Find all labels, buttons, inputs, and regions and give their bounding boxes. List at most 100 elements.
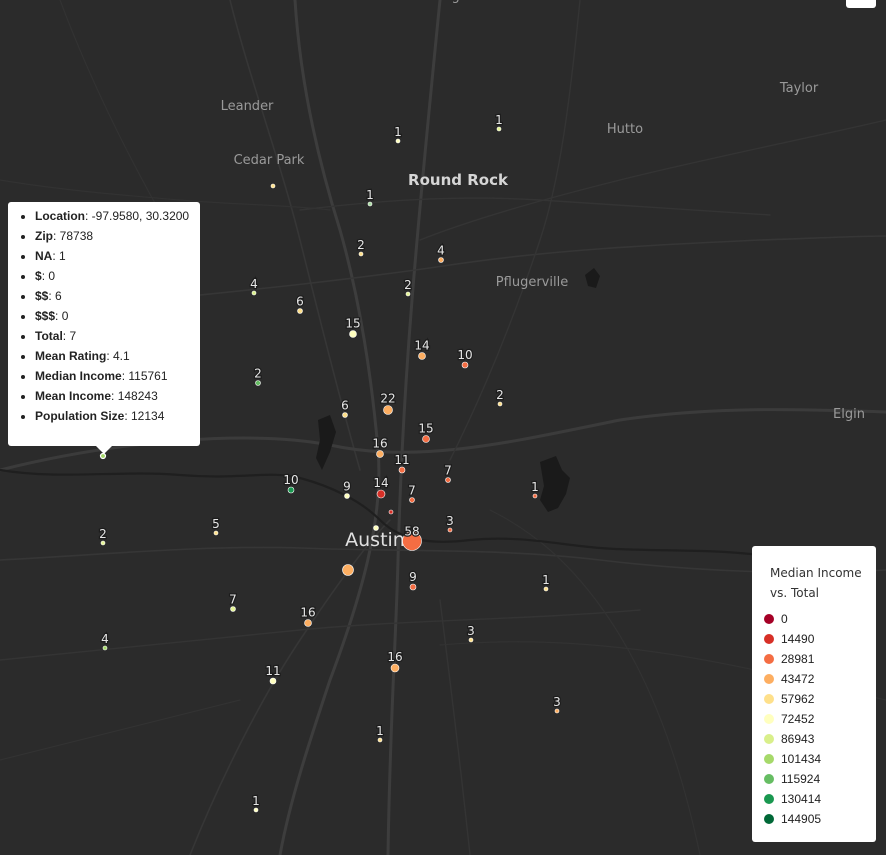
zip-marker[interactable] [297, 308, 303, 314]
legend-label: 28981 [781, 652, 815, 666]
marker-count-label: 15 [418, 422, 433, 436]
tooltip-row: Zip: 78738 [35, 226, 200, 246]
zip-marker[interactable] [270, 183, 276, 189]
marker-count-label: 16 [387, 650, 402, 664]
zip-marker[interactable] [367, 201, 373, 207]
legend-item: 130414 [764, 789, 876, 809]
tooltip-list: Location: -97.9580, 30.3200Zip: 78738NA:… [8, 206, 200, 426]
legend-label: 86943 [781, 732, 815, 746]
zip-marker[interactable] [376, 450, 384, 458]
legend-swatch [764, 794, 774, 804]
zip-marker[interactable] [398, 466, 406, 474]
zip-marker[interactable] [269, 677, 277, 685]
zip-marker[interactable] [100, 540, 106, 546]
zip-marker[interactable] [405, 291, 411, 297]
marker-count-label: 14 [373, 476, 388, 490]
zip-marker[interactable] [99, 452, 107, 460]
marker-count-label: 1 [376, 724, 384, 738]
zip-marker[interactable] [395, 138, 401, 144]
zip-marker[interactable] [543, 586, 549, 592]
marker-count-label: 1 [366, 188, 374, 202]
zip-marker[interactable] [358, 251, 364, 257]
zip-marker[interactable] [532, 493, 538, 499]
zip-marker[interactable] [102, 645, 108, 651]
marker-count-label: 7 [408, 484, 416, 498]
marker-count-label: 14 [414, 339, 429, 353]
marker-count-label: 1 [531, 480, 539, 494]
marker-count-label: 10 [457, 348, 472, 362]
zip-marker[interactable] [383, 405, 393, 415]
zip-marker[interactable] [255, 380, 261, 386]
marker-count-label: 16 [300, 606, 315, 620]
marker-count-label: 58 [404, 525, 419, 539]
place-label: Hutto [607, 122, 643, 137]
zip-marker[interactable] [342, 564, 354, 576]
zip-marker[interactable] [287, 486, 295, 494]
marker-count-label: 3 [446, 514, 454, 528]
marker-count-label: 11 [394, 453, 409, 467]
zip-marker[interactable] [304, 619, 312, 627]
zip-marker[interactable] [496, 126, 502, 132]
zip-marker[interactable] [409, 583, 417, 591]
legend-label: 57962 [781, 692, 815, 706]
place-label: Cedar Park [234, 153, 305, 168]
zip-marker[interactable] [342, 412, 348, 418]
zip-marker[interactable] [461, 361, 469, 369]
map-control-button[interactable] [846, 0, 876, 8]
zip-marker[interactable] [388, 509, 394, 515]
marker-count-label: 1 [394, 125, 402, 139]
tooltip-key: Population Size [35, 409, 125, 423]
legend-title-line2: vs. Total [770, 586, 820, 600]
legend-item: 115924 [764, 769, 876, 789]
legend-item: 14490 [764, 629, 876, 649]
zip-marker[interactable] [349, 330, 357, 338]
zip-marker[interactable] [230, 606, 236, 612]
zip-marker[interactable] [438, 257, 444, 263]
zip-marker[interactable] [213, 530, 219, 536]
zip-marker[interactable] [497, 401, 503, 407]
zip-marker[interactable] [445, 477, 451, 483]
tooltip-value: : 1 [52, 249, 66, 263]
zip-marker[interactable] [447, 527, 453, 533]
zip-marker[interactable] [468, 637, 474, 643]
legend-swatch [764, 714, 774, 724]
zip-marker[interactable] [409, 497, 415, 503]
zip-marker[interactable] [390, 663, 400, 673]
marker-count-label: 4 [437, 244, 445, 258]
place-label: Pflugerville [496, 275, 568, 290]
legend-item: 101434 [764, 749, 876, 769]
tooltip-key: Mean Rating [35, 349, 107, 363]
zip-marker[interactable] [418, 352, 426, 360]
zip-marker[interactable] [422, 435, 430, 443]
marker-count-label: 2 [404, 278, 412, 292]
zip-marker[interactable] [373, 525, 379, 531]
legend-item: 0 [764, 609, 876, 629]
zip-marker[interactable] [377, 737, 383, 743]
zip-marker[interactable] [251, 290, 257, 296]
place-label: Georgetown [420, 0, 499, 4]
marker-count-label: 6 [296, 295, 304, 309]
tooltip-value: : 0 [41, 269, 56, 283]
tooltip-row: Median Income: 115761 [35, 366, 200, 386]
tooltip-key: Zip [35, 229, 53, 243]
legend-item: 144905 [764, 809, 876, 829]
zip-marker[interactable] [554, 708, 560, 714]
tooltip-value: : 6 [48, 289, 62, 303]
place-label: Leander [221, 99, 274, 114]
legend-item: 86943 [764, 729, 876, 749]
tooltip-key: Mean Income [35, 389, 112, 403]
zip-marker[interactable] [253, 807, 259, 813]
marker-count-label: 6 [341, 399, 349, 413]
zip-marker[interactable] [344, 493, 350, 499]
marker-count-label: 2 [357, 238, 365, 252]
legend-title-line1: Median Income [770, 566, 862, 580]
marker-count-label: 9 [409, 570, 417, 584]
marker-count-label: 1 [252, 794, 260, 808]
marker-count-label: 1 [542, 573, 550, 587]
legend-label: 0 [781, 612, 788, 626]
tooltip-value: : -97.9580, 30.3200 [85, 209, 190, 223]
zip-tooltip: Location: -97.9580, 30.3200Zip: 78738NA:… [8, 202, 200, 454]
legend-swatch [764, 674, 774, 684]
zip-marker[interactable] [376, 489, 386, 499]
tooltip-key: Location [35, 209, 85, 223]
